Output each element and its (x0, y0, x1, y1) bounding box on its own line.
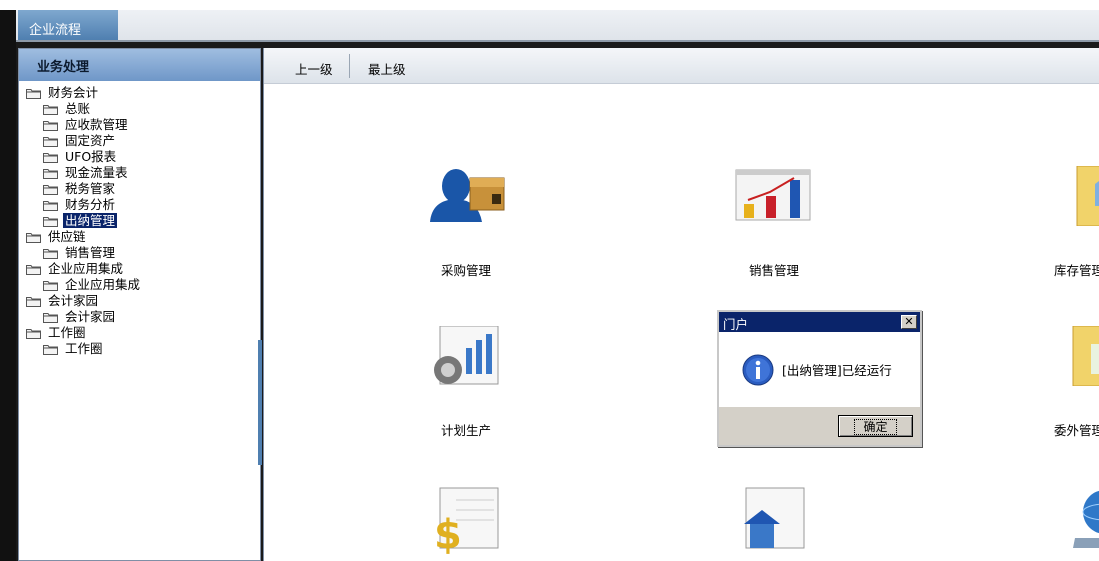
tree-label: 税务管家 (65, 181, 116, 196)
dialog-title-bar[interactable]: 门户 ✕ (719, 312, 920, 332)
tree-group[interactable]: 会计家园 (19, 293, 260, 309)
folder-icon (26, 263, 41, 275)
info-icon (742, 354, 774, 386)
tree-label: 财务会计 (48, 85, 99, 100)
app-globe-device[interactable] (1009, 486, 1099, 556)
sidebar: 业务处理 财务会计 总账 应收款管理 固定资产 UFO报表 现金流量表 税务管家 财务分析 出纳… (18, 48, 261, 561)
folder-icon (43, 311, 58, 323)
tree-label: UFO报表 (65, 149, 117, 164)
ok-button[interactable]: 确定 (838, 415, 913, 437)
app-outsourcing[interactable]: 委外管理 (1009, 325, 1099, 439)
tree-item[interactable]: UFO报表 (19, 149, 260, 165)
inventory-house-folder-icon (1039, 165, 1099, 236)
app-house-doc[interactable] (704, 486, 844, 556)
app-label: 委外管理 (1053, 423, 1099, 438)
tree-group[interactable]: 工作圈 (19, 325, 260, 341)
tree-item[interactable]: 税务管家 (19, 181, 260, 197)
svg-text:$: $ (434, 512, 462, 556)
app-label: 采购管理 (440, 263, 491, 278)
tree-label: 固定资产 (65, 133, 116, 148)
dialog-message: [出纳管理]已经运行 (782, 363, 892, 378)
app-production[interactable]: 计划生产 (396, 325, 536, 439)
app-inventory[interactable]: 库存管理 (1009, 165, 1099, 279)
message-dialog: 门户 ✕ [出纳管理]已经运行 确定 (717, 310, 922, 447)
tree-label: 工作圈 (65, 341, 103, 356)
app-label: 销售管理 (748, 263, 799, 278)
folder-icon (43, 167, 58, 179)
tree-item[interactable]: 财务分析 (19, 197, 260, 213)
dialog-title: 门户 (723, 317, 749, 332)
tree-label: 企业应用集成 (48, 261, 124, 276)
tab-bar: 企业流程 (16, 10, 1099, 42)
up-level-button[interactable]: 上一级 (295, 59, 333, 78)
folder-icon (43, 199, 58, 211)
folder-icon (43, 151, 58, 163)
tree: 财务会计 总账 应收款管理 固定资产 UFO报表 现金流量表 税务管家 财务分析 出纳管理 供应链… (19, 81, 260, 357)
dollar-document-icon: $ (426, 486, 506, 558)
tree-item[interactable]: 固定资产 (19, 133, 260, 149)
top-strip (0, 0, 1099, 10)
app-finance-doc[interactable]: $ (396, 486, 536, 558)
tree-item[interactable]: 应收款管理 (19, 117, 260, 133)
folder-icon (43, 135, 58, 147)
app-purchase[interactable]: 采购管理 (396, 166, 536, 279)
folder-icon (26, 327, 41, 339)
tree-label: 出纳管理 (63, 213, 118, 228)
tree-item[interactable]: 出纳管理 (19, 213, 260, 229)
folder-icon (43, 183, 58, 195)
tree-label: 供应链 (48, 229, 86, 244)
tree-item[interactable]: 销售管理 (19, 245, 260, 261)
tree-group[interactable]: 财务会计 (19, 85, 260, 101)
folder-icon (43, 215, 58, 227)
tree-group[interactable]: 企业应用集成 (19, 261, 260, 277)
left-edge (0, 10, 16, 561)
tree-item[interactable]: 现金流量表 (19, 165, 260, 181)
folder-icon (43, 247, 58, 259)
app-label: 计划生产 (440, 423, 491, 438)
tree-item[interactable]: 总账 (19, 101, 260, 117)
tree-label: 财务分析 (65, 197, 116, 212)
tree-item[interactable]: 企业应用集成 (19, 277, 260, 293)
tree-label: 会计家园 (65, 309, 116, 324)
top-level-button[interactable]: 最上级 (368, 59, 406, 78)
tree-label: 工作圈 (48, 325, 86, 340)
tree-label: 应收款管理 (65, 117, 128, 132)
app-sales[interactable]: 销售管理 (704, 166, 844, 279)
dialog-body: [出纳管理]已经运行 (719, 332, 920, 407)
toolbar: 上一级 最上级 (264, 48, 1099, 84)
folder-icon (43, 103, 58, 115)
house-document-icon (734, 486, 814, 556)
main-panel: 上一级 最上级 采购管理 销售管理 库存管理 计划生产 委外管理 $ (263, 48, 1099, 561)
ok-button-label: 确定 (854, 418, 897, 435)
toolbar-divider (349, 54, 350, 78)
dialog-footer: 确定 (719, 407, 920, 445)
sidebar-header: 业务处理 (19, 49, 260, 81)
close-icon[interactable]: ✕ (901, 315, 917, 329)
sales-bar-chart-icon (734, 166, 814, 236)
tree-label: 总账 (65, 101, 91, 116)
tree-label: 会计家园 (48, 293, 99, 308)
tree-label: 销售管理 (65, 245, 116, 260)
app-label: 库存管理 (1053, 263, 1099, 278)
folder-icon (43, 279, 58, 291)
tab-enterprise-flow[interactable]: 企业流程 (18, 10, 118, 40)
folder-icon (26, 87, 41, 99)
globe-device-icon (1039, 486, 1099, 556)
tree-label: 现金流量表 (65, 165, 128, 180)
purchase-person-box-icon (426, 166, 506, 236)
production-gear-chart-icon (426, 325, 506, 396)
folder-icon (26, 295, 41, 307)
tree-item[interactable]: 工作圈 (19, 341, 260, 357)
tree-label: 企业应用集成 (65, 277, 141, 292)
folder-icon (43, 343, 58, 355)
tree-group[interactable]: 供应链 (19, 229, 260, 245)
splitter-handle[interactable] (258, 340, 262, 465)
tree-item[interactable]: 会计家园 (19, 309, 260, 325)
folder-icon (26, 231, 41, 243)
outsourcing-folder-icon (1039, 325, 1099, 396)
folder-icon (43, 119, 58, 131)
